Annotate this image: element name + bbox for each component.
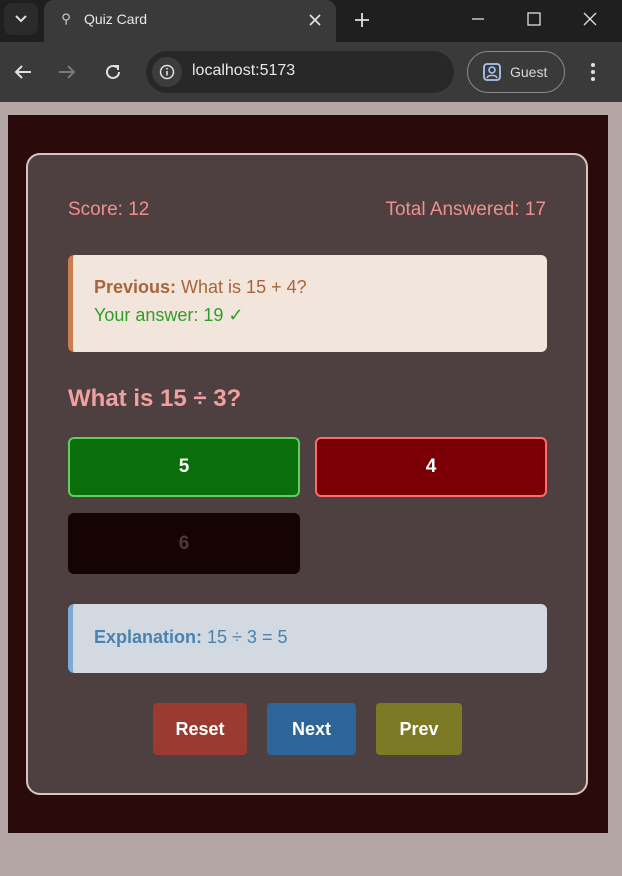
profile-icon — [483, 63, 501, 81]
close-icon — [583, 12, 597, 26]
arrow-left-icon — [14, 65, 31, 79]
quiz-card: Score: 12 Total Answered: 17 Previous: W… — [26, 153, 588, 795]
option-button-wrong[interactable]: 4 — [315, 437, 547, 497]
close-icon — [309, 14, 321, 26]
tab-title: Quiz Card — [84, 11, 148, 27]
maximize-icon — [527, 12, 541, 26]
next-button[interactable]: Next — [267, 703, 356, 755]
option-button-neutral[interactable]: 6 — [68, 513, 300, 574]
forward-button[interactable] — [52, 57, 82, 87]
back-button[interactable] — [8, 57, 38, 87]
question-text: What is 15 ÷ 3? — [68, 385, 242, 412]
profile-label: Guest — [510, 64, 548, 80]
reload-button[interactable] — [98, 57, 128, 87]
page-viewport: Score: 12 Total Answered: 17 Previous: W… — [0, 102, 622, 876]
window-close-button[interactable] — [568, 4, 612, 34]
chevron-down-icon — [15, 15, 27, 23]
minimize-button[interactable] — [456, 4, 500, 34]
browser-tab[interactable]: ⚲ Quiz Card — [44, 0, 336, 42]
address-bar[interactable]: localhost:5173 — [146, 51, 454, 93]
prev-button[interactable]: Prev — [376, 703, 462, 755]
favicon-icon: ⚲ — [61, 12, 71, 27]
explanation-text: 15 ÷ 3 = 5 — [207, 627, 288, 647]
arrow-right-icon — [59, 65, 76, 79]
option-button-correct[interactable]: 5 — [68, 437, 300, 497]
info-icon — [159, 64, 175, 80]
previous-answer-text: Your answer: 19 ✓ — [94, 305, 244, 325]
url-text: localhost:5173 — [192, 62, 296, 79]
previous-question-box: Previous: What is 15 + 4? Your answer: 1… — [68, 255, 547, 352]
total-answered-text: Total Answered: 17 — [385, 199, 546, 220]
tab-strip: ⚲ Quiz Card — [0, 0, 622, 42]
reload-icon — [106, 64, 120, 79]
browser-menu-button[interactable] — [580, 57, 606, 87]
previous-question-line: Previous: What is 15 + 4? — [94, 277, 547, 298]
reset-button[interactable]: Reset — [153, 703, 247, 755]
tab-search-button[interactable] — [4, 3, 38, 35]
maximize-button[interactable] — [512, 4, 556, 34]
explanation-label: Explanation: — [94, 627, 203, 647]
app-container: Score: 12 Total Answered: 17 Previous: W… — [8, 115, 608, 833]
profile-button[interactable]: Guest — [467, 51, 565, 93]
explanation-box: Explanation: 15 ÷ 3 = 5 — [68, 604, 547, 673]
minimize-icon — [472, 18, 484, 20]
previous-question-text: What is 15 + 4? — [181, 277, 307, 297]
tab-close-button[interactable] — [304, 9, 326, 31]
browser-toolbar: localhost:5173 Guest — [0, 42, 622, 102]
site-info-button[interactable] — [152, 57, 182, 87]
plus-icon — [355, 13, 369, 27]
more-vertical-icon — [591, 63, 595, 81]
score-text: Score: 12 — [68, 199, 150, 220]
previous-label: Previous: — [94, 277, 177, 297]
new-tab-button[interactable] — [348, 6, 376, 34]
